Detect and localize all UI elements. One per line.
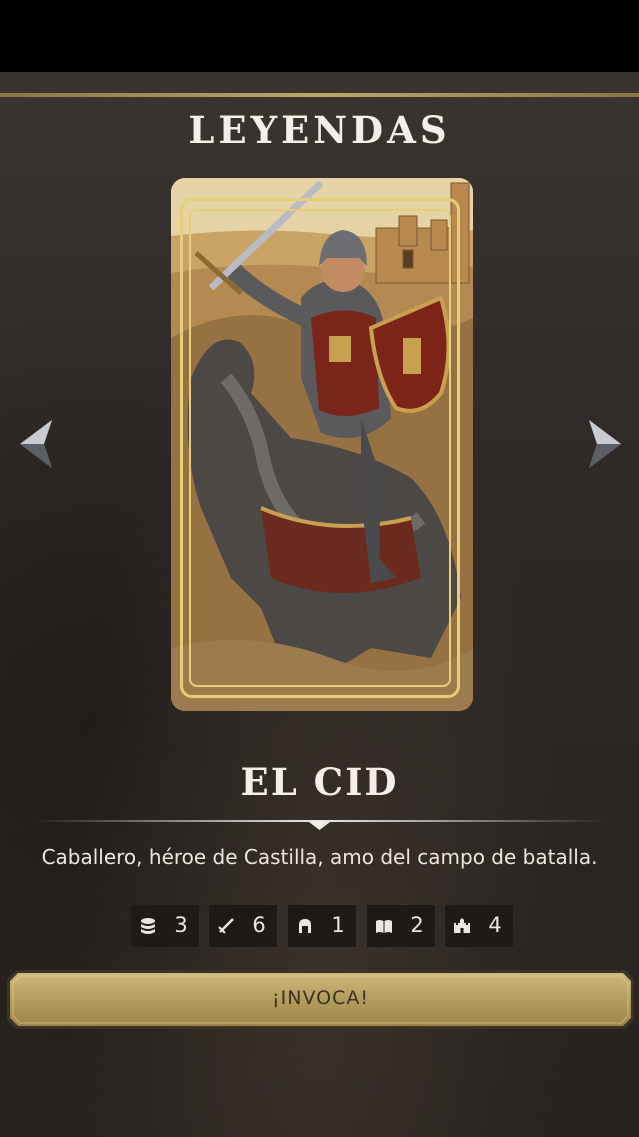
legend-name: EL CID <box>240 760 399 804</box>
legend-card[interactable] <box>171 178 473 711</box>
stat-attack: 6 <box>209 905 277 947</box>
previous-legend-button[interactable] <box>18 418 54 470</box>
invoke-button[interactable]: ¡INVOCA! <box>6 969 635 1030</box>
card-frame-inner <box>189 209 451 687</box>
invoke-button-label: ¡INVOCA! <box>272 987 369 1009</box>
stat-coins-value: 3 <box>174 913 188 937</box>
coins-icon <box>141 918 155 934</box>
castle-icon <box>454 918 470 933</box>
stat-castle-value: 4 <box>488 913 502 937</box>
stat-coins: 3 <box>131 905 199 947</box>
sword-icon <box>218 918 234 934</box>
stat-knowledge: 2 <box>367 905 435 947</box>
screen-title: LEYENDAS <box>188 108 451 152</box>
stat-defense: 1 <box>288 905 356 947</box>
book-icon <box>376 920 392 933</box>
stat-knowledge-value: 2 <box>410 913 424 937</box>
stat-attack-value: 6 <box>252 913 266 937</box>
helmet-icon <box>299 919 311 933</box>
status-bar <box>0 0 639 72</box>
chevron-right-icon <box>589 420 621 468</box>
chevron-left-icon <box>20 420 52 468</box>
next-legend-button[interactable] <box>587 418 623 470</box>
stat-castle: 4 <box>445 905 513 947</box>
header-divider <box>0 93 639 97</box>
legend-description: Caballero, héroe de Castilla, amo del ca… <box>41 845 598 869</box>
stat-defense-value: 1 <box>331 913 345 937</box>
name-divider <box>32 820 607 830</box>
